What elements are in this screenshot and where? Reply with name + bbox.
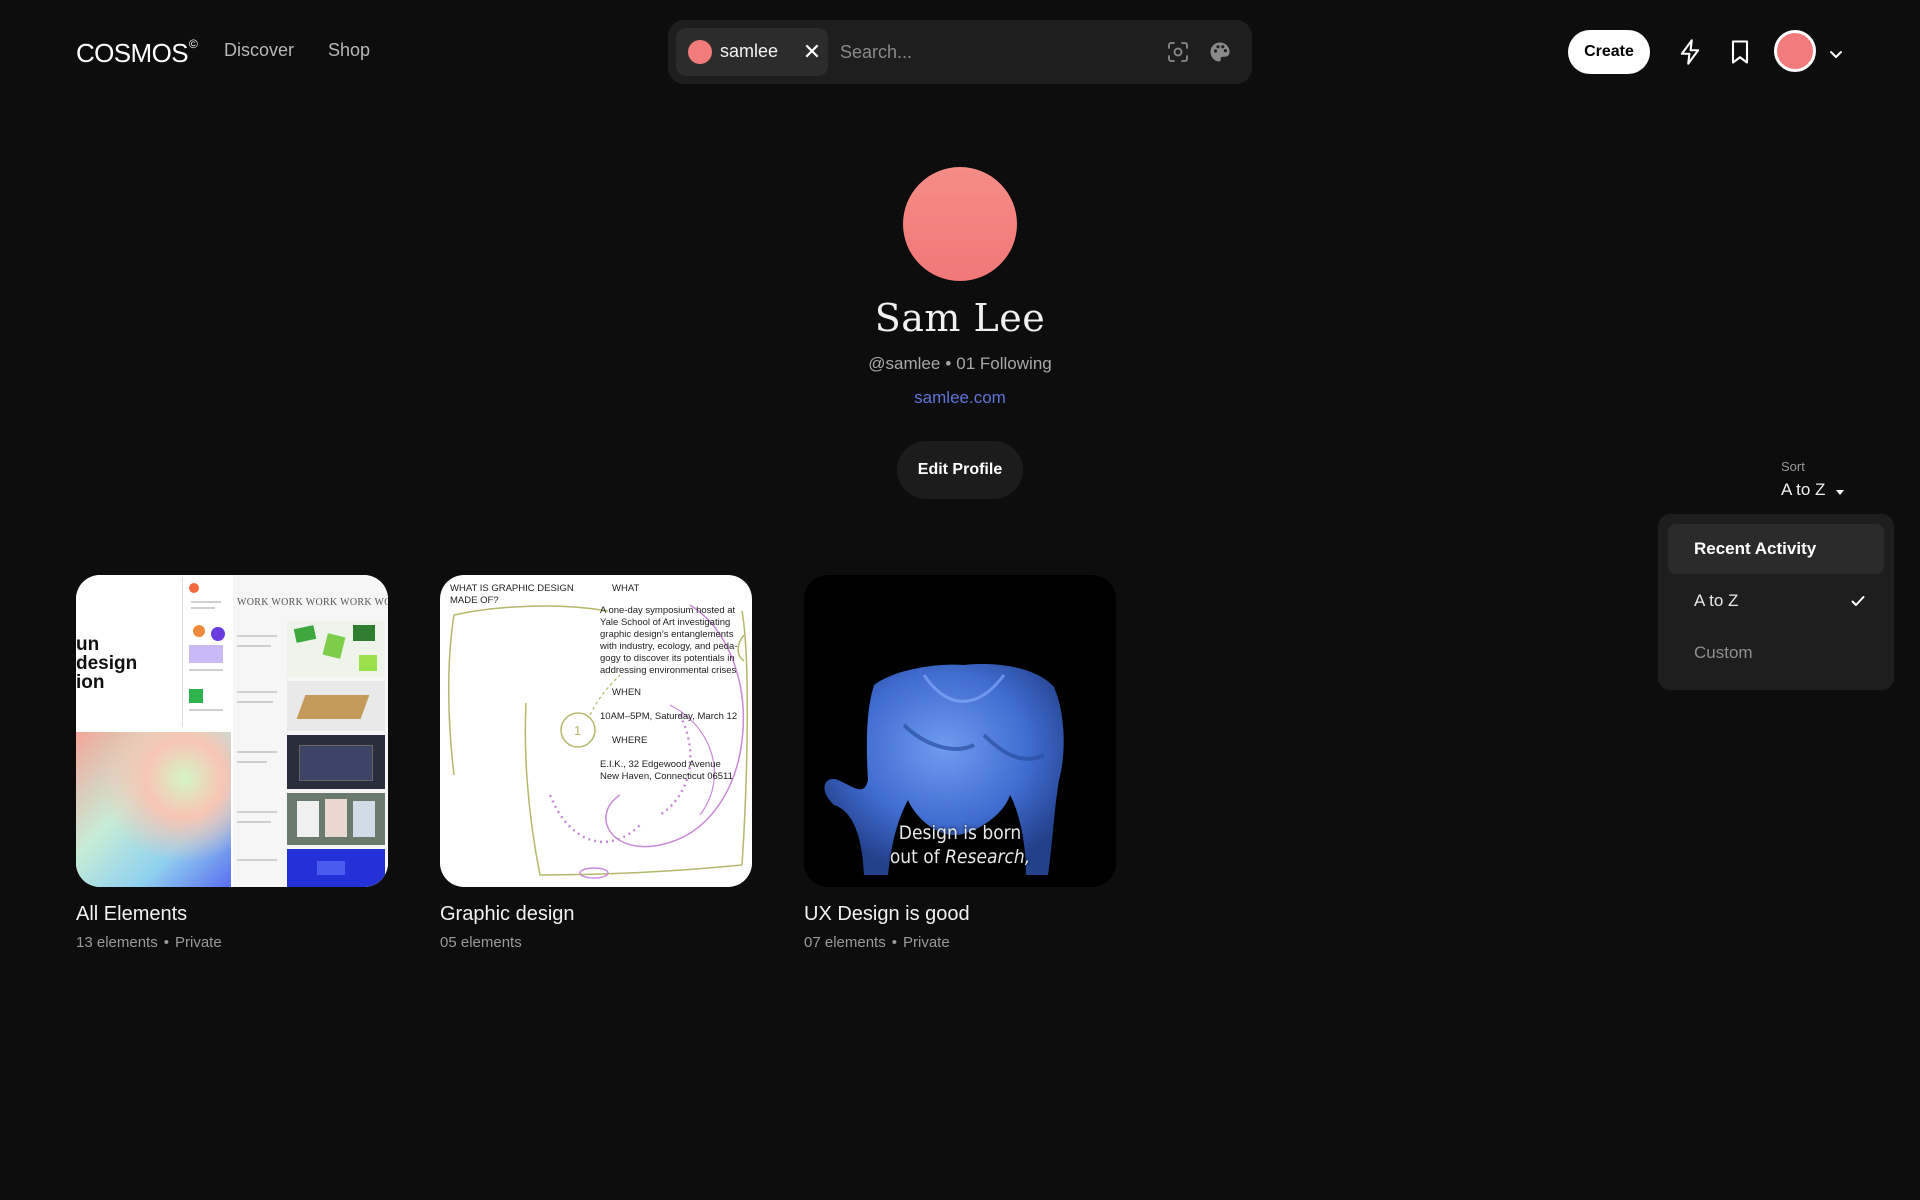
caption-line: Design is born (898, 822, 1022, 844)
bolt-icon[interactable] (1676, 38, 1704, 66)
search-user-chip[interactable]: samlee ✕ (676, 28, 828, 76)
poster-what-heading: WHAT (612, 583, 640, 594)
collection-meta: 05 elements (440, 934, 752, 951)
create-button[interactable]: Create (1568, 30, 1650, 74)
collection-meta: 07 elements • Private (804, 934, 1116, 951)
collection-thumbnail: 1 WHAT IS GRAPHIC DESIGN MADE OF? WHAT A… (440, 575, 752, 887)
sort-option-label: Custom (1694, 643, 1753, 662)
collection-card[interactable]: un design ion WORK WORK WORK WORK WORK (76, 575, 388, 951)
sort-option-custom[interactable]: Custom (1668, 628, 1884, 678)
close-icon[interactable]: ✕ (798, 38, 826, 66)
bookmark-icon[interactable] (1726, 38, 1754, 66)
collection-count: 07 elements (804, 934, 886, 951)
video-caption: Design is born out of Research, (804, 821, 1116, 869)
user-avatar[interactable] (1774, 30, 1816, 72)
thumb-quad: WORK WORK WORK WORK WORK (233, 575, 388, 887)
sort-menu: Recent Activity A to Z Custom (1658, 514, 1894, 690)
poster-where-heading: WHERE (612, 735, 648, 746)
profile-website-link[interactable]: samlee.com (760, 388, 1160, 408)
chevron-down-icon[interactable] (1826, 44, 1846, 64)
top-bar: COSMOS© Discover Shop samlee ✕ Create (0, 0, 1920, 104)
profile-avatar (903, 167, 1017, 281)
thumb-gradient (76, 732, 231, 887)
palette-icon[interactable] (1208, 40, 1232, 64)
profile-handle: @samlee (868, 354, 941, 373)
caption-text: out of (889, 846, 946, 868)
poster-address: E.I.K., 32 Edgewood Avenue New Haven, Co… (600, 759, 733, 782)
collection-meta: 13 elements • Private (76, 934, 388, 951)
meta-separator: • (891, 934, 897, 951)
thumb-phone (182, 577, 230, 727)
poster-description: A one-day symposium hosted at Yale Schoo… (600, 605, 738, 676)
collection-card[interactable]: 1 WHAT IS GRAPHIC DESIGN MADE OF? WHAT A… (440, 575, 752, 951)
collection-title: Graphic design (440, 903, 575, 925)
collection-card[interactable]: Design is born out of Research, UX Desig… (804, 575, 1116, 951)
nav-shop[interactable]: Shop (328, 40, 370, 61)
scan-icon[interactable] (1166, 40, 1190, 64)
collection-thumbnail: un design ion WORK WORK WORK WORK WORK (76, 575, 388, 887)
collection-title: All Elements (76, 903, 188, 925)
thumb-quad: un design ion (76, 575, 231, 730)
search-bar[interactable]: samlee ✕ (668, 20, 1252, 84)
profile-meta: @samlee • 01 Following (760, 354, 1160, 374)
search-input[interactable] (830, 28, 1150, 76)
sort-option-label: Recent Activity (1694, 539, 1817, 558)
poster-when-heading: WHEN (612, 687, 642, 698)
poster-question: WHAT IS GRAPHIC DESIGN MADE OF? (450, 583, 574, 606)
caption-line: out of Research, (804, 845, 1116, 869)
thumb-text: WORK WORK WORK WORK WORK (237, 597, 388, 608)
poster-time: 10AM–5PM, Saturday, March 12 (600, 711, 738, 722)
sort-option-a-to-z[interactable]: A to Z (1668, 576, 1884, 626)
poster-number: 1 (574, 723, 581, 738)
profile-name: Sam Lee (874, 296, 1046, 340)
edit-profile-button[interactable]: Edit Profile (897, 441, 1023, 499)
collection-visibility: Private (174, 934, 222, 951)
caption-text-italic: Research, (945, 846, 1031, 868)
collection-count: 05 elements (440, 934, 522, 951)
check-icon (1851, 596, 1865, 606)
caret-down-icon[interactable] (1834, 486, 1846, 498)
sort-option-label: A to Z (1694, 591, 1739, 610)
meta-separator: • (163, 934, 169, 951)
chip-avatar (688, 40, 712, 64)
sort-option-recent-activity[interactable]: Recent Activity (1668, 524, 1884, 574)
collection-title: UX Design is good (804, 903, 970, 925)
logo-mark: © (188, 37, 198, 52)
thumb-text: un design ion (76, 634, 138, 693)
collection-thumbnail: Design is born out of Research, (804, 575, 1116, 887)
sort-label: Sort (1781, 459, 1805, 474)
collection-visibility: Private (902, 934, 950, 951)
nav-discover[interactable]: Discover (224, 40, 294, 61)
logo-text: COSMOS (76, 38, 189, 68)
collection-count: 13 elements (76, 934, 158, 951)
cosmos-logo[interactable]: COSMOS© (76, 37, 198, 69)
following-count[interactable]: 01 Following (956, 354, 1051, 373)
sort-dropdown[interactable]: A to Z (1781, 480, 1825, 500)
meta-separator: • (945, 354, 952, 373)
chip-label: samlee (720, 41, 779, 61)
